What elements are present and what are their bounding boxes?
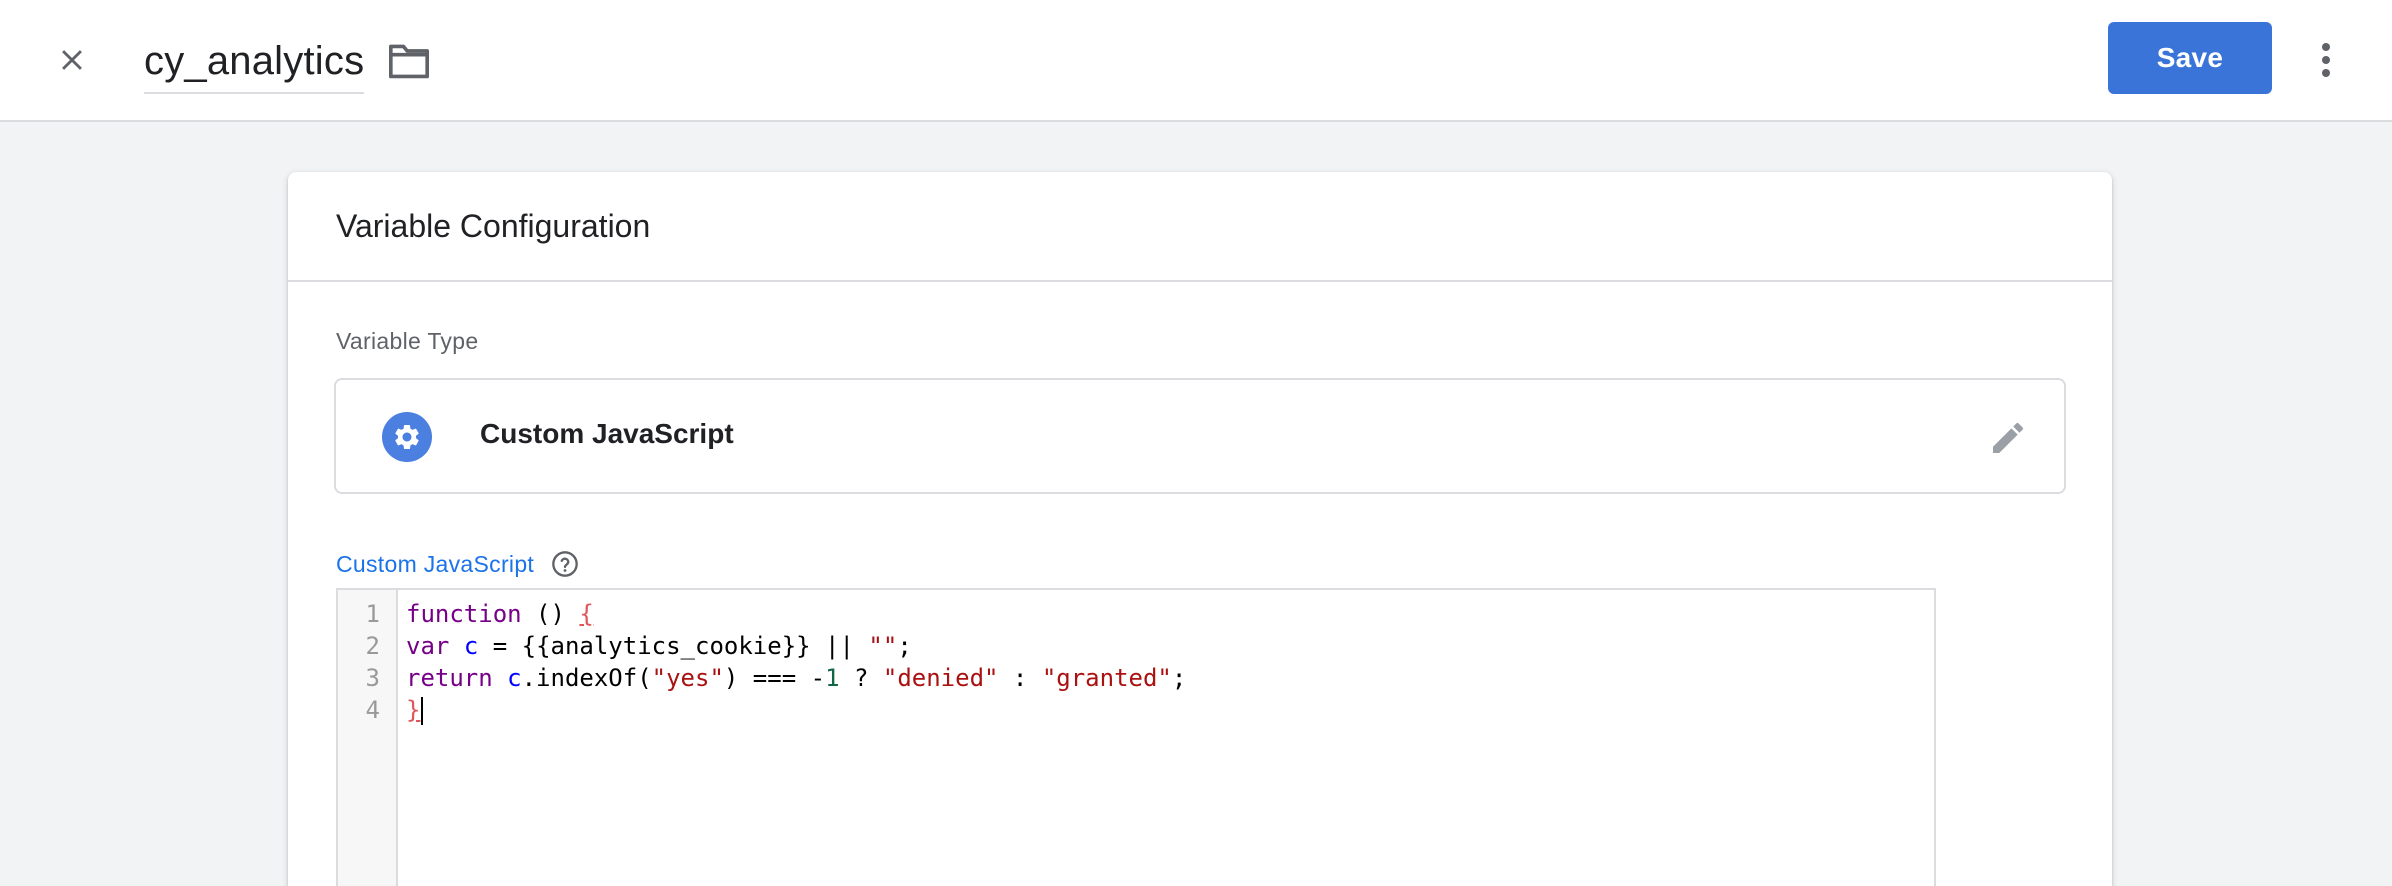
close-icon: [62, 50, 82, 70]
more-vert-icon: [2322, 43, 2330, 77]
line-number: 3: [365, 664, 380, 692]
code-token: :: [998, 664, 1042, 692]
variable-type-selector[interactable]: Custom JavaScript: [334, 378, 2066, 494]
code-token: "granted": [1041, 664, 1172, 692]
folder-icon: [389, 44, 429, 79]
code-line: return c.indexOf("yes") === -1 ? "denied…: [406, 662, 1934, 694]
text-cursor: [421, 697, 424, 725]
code-token: "yes": [651, 664, 724, 692]
code-token: }: [406, 696, 421, 724]
code-token: 1: [825, 664, 840, 692]
code-token: function: [406, 600, 522, 628]
custom-javascript-label: Custom JavaScript: [336, 550, 535, 577]
code-token: ;: [897, 632, 912, 660]
close-button[interactable]: [48, 36, 96, 84]
variable-name-field[interactable]: cy_analytics: [144, 30, 365, 94]
code-token: .indexOf(: [521, 664, 652, 692]
code-token: c: [463, 632, 479, 660]
code-token: = {{analytics_cookie}} ||: [478, 632, 869, 660]
custom-javascript-label-row: Custom JavaScript: [336, 546, 580, 582]
code-token: ;: [1171, 664, 1187, 692]
line-number-gutter: 1 2 3 4: [338, 590, 398, 886]
edit-variable-type-button[interactable]: [1986, 416, 2030, 460]
variable-type-label: Variable Type: [336, 328, 479, 354]
code-token: ) === -: [723, 664, 826, 692]
line-number: 2: [365, 632, 380, 660]
help-icon: [552, 551, 578, 577]
code-line: var c = {{analytics_cookie}} || "";: [406, 630, 1934, 662]
top-bar: cy_analytics Save: [0, 0, 2392, 122]
code-token: ?: [839, 664, 883, 692]
save-button[interactable]: Save: [2108, 22, 2272, 94]
gear-icon: [395, 425, 419, 449]
code-token: return: [406, 664, 493, 692]
card-header: Variable Configuration: [288, 172, 2112, 282]
line-number: 4: [365, 696, 380, 724]
code-token: "": [868, 632, 898, 660]
line-number: 1: [365, 600, 380, 628]
variable-type-badge: [382, 412, 432, 462]
more-options-button[interactable]: [2306, 32, 2346, 88]
code-token: {: [579, 600, 594, 628]
code-token: "denied": [882, 664, 999, 692]
code-line: function () {: [406, 598, 1934, 630]
variable-configuration-card: Variable Configuration Variable Type Cus…: [288, 172, 2112, 886]
code-text-area[interactable]: function () {var c = {{analytics_cookie}…: [406, 598, 1934, 726]
code-token: (): [521, 600, 580, 628]
variable-type-name: Custom JavaScript: [480, 418, 734, 449]
card-title: Variable Configuration: [336, 207, 651, 244]
folder-button[interactable]: [384, 38, 434, 84]
code-token: c: [507, 664, 522, 692]
code-token: var: [406, 632, 450, 660]
help-button[interactable]: [550, 549, 580, 579]
code-line: }: [406, 694, 1934, 726]
code-editor[interactable]: 1234 function () {var c = {{analytics_co…: [336, 588, 1936, 886]
pencil-icon: [1993, 422, 2024, 453]
variable-name-text: cy_analytics: [144, 38, 365, 83]
